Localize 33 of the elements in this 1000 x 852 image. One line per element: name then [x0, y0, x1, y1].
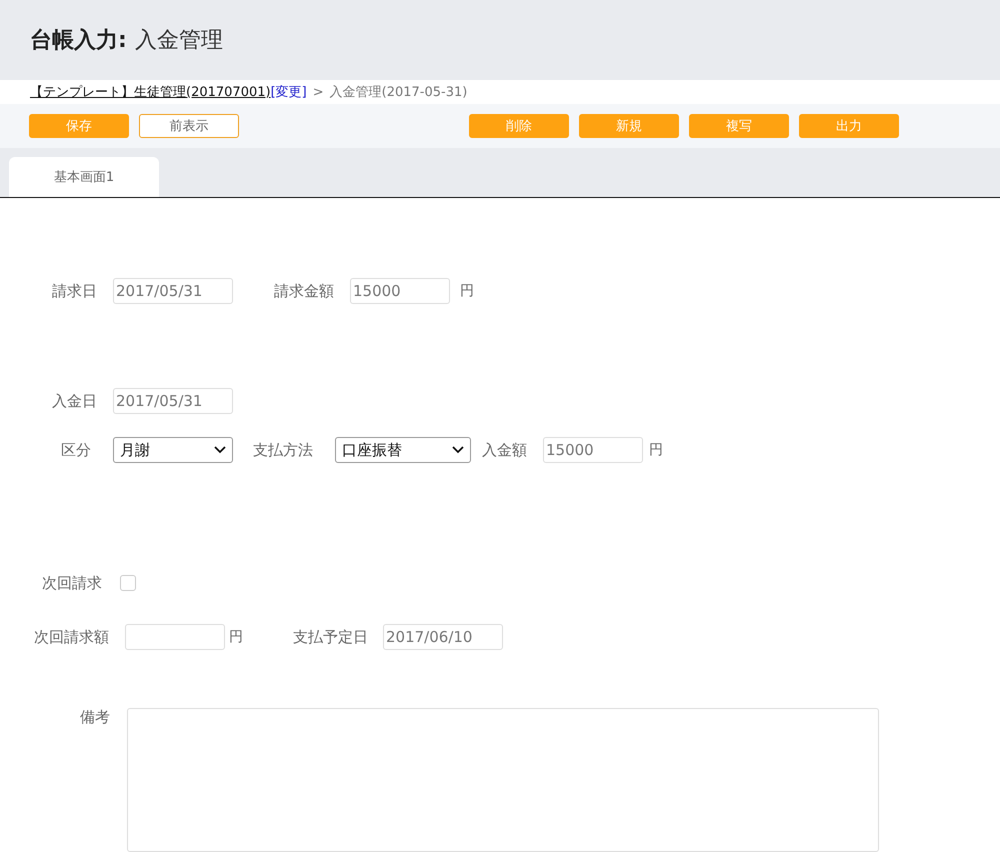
unit-label: 円: [229, 628, 243, 646]
field-label: 支払予定日: [292, 628, 368, 646]
breadcrumb-separator: >: [312, 84, 324, 100]
field-label: 請求日: [51, 282, 97, 300]
dropdown[interactable]: 口座振替: [335, 437, 471, 463]
checkbox[interactable]: [120, 575, 136, 591]
field-label: 区分: [60, 440, 91, 460]
field-label: 次回請求額: [33, 628, 109, 646]
chevron-icon: [214, 446, 226, 454]
field-label: 次回請求: [41, 574, 102, 592]
unit-label: 円: [649, 441, 663, 459]
input-field[interactable]: 15000: [543, 437, 643, 463]
input-field[interactable]: 2017/05/31: [113, 388, 233, 414]
field-label: 請求金額: [273, 282, 334, 300]
field-label: 入金額: [481, 440, 527, 460]
tab[interactable]: 基本画面1: [9, 157, 159, 197]
input-field[interactable]: [125, 624, 225, 650]
field-label: 備考: [79, 708, 110, 728]
breadcrumb-current: 入金管理(2017-05-31): [330, 84, 468, 101]
breadcrumb-link[interactable]: 【テンプレート】生徒管理(201707001): [30, 83, 271, 101]
unit-label: 円: [460, 282, 474, 300]
field-label: 支払方法: [252, 440, 313, 460]
page-title-prefix: 台帳入力:: [30, 27, 127, 55]
chevron-icon: [452, 446, 464, 454]
page-title: 入金管理: [134, 27, 223, 55]
field-label: 入金日: [51, 392, 97, 410]
dropdown[interactable]: 月謝: [113, 437, 233, 463]
input-field[interactable]: 15000: [350, 278, 450, 304]
input-field[interactable]: 2017/06/10: [383, 624, 503, 650]
remarks-textarea[interactable]: [127, 708, 879, 852]
change-link[interactable]: [変更]: [270, 83, 307, 101]
toolbar-button[interactable]: 前表示: [139, 114, 239, 138]
input-field[interactable]: 2017/05/31: [113, 278, 233, 304]
